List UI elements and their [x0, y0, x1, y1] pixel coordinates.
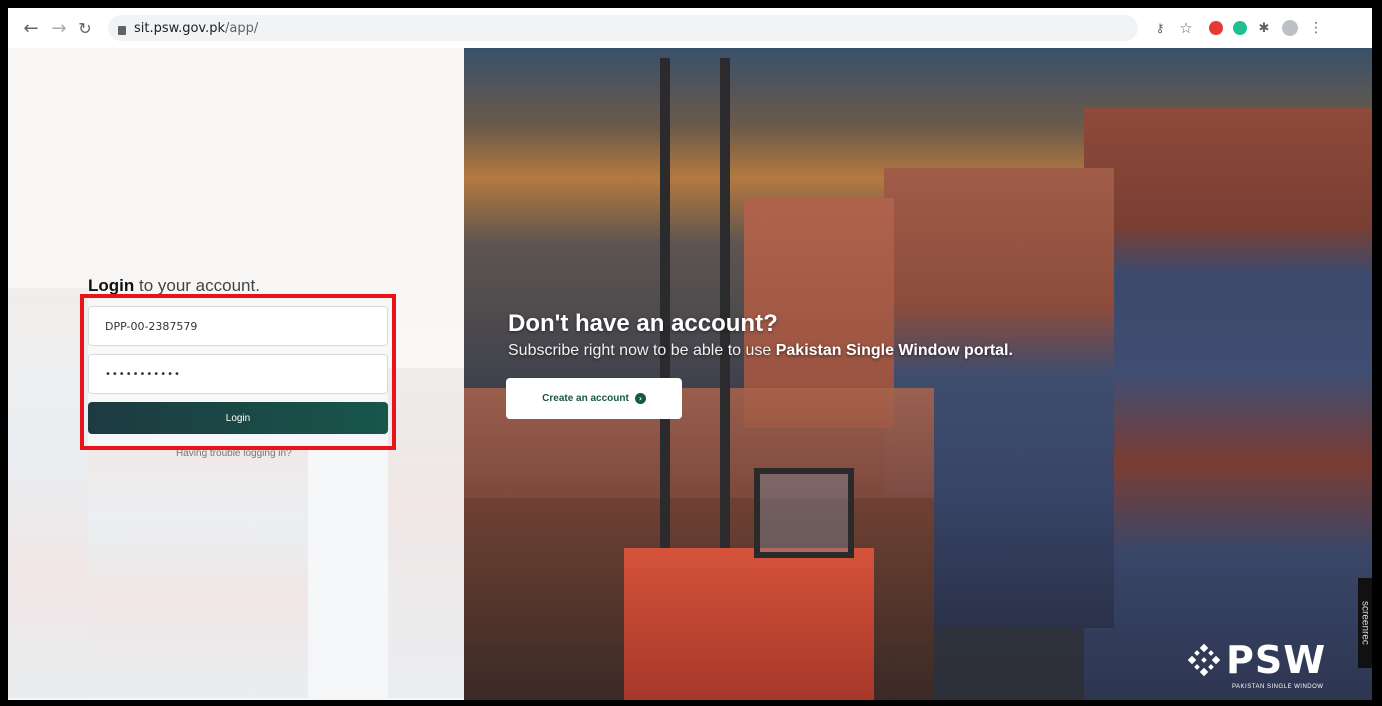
lock-icon[interactable] [118, 25, 126, 35]
arrow-right-icon: › [634, 393, 646, 404]
create-account-button[interactable]: Create an account › [506, 378, 682, 419]
profile-icon[interactable] [1280, 18, 1300, 38]
hero-image [464, 48, 1372, 700]
back-arrow-icon[interactable]: ← [18, 15, 44, 41]
signup-heading: Don't have an account? [508, 310, 778, 337]
url-path: /app/ [225, 20, 259, 36]
url-host: sit.psw.gov.pk [134, 20, 226, 36]
brand-tagline: PAKISTAN SINGLE WINDOW [1232, 684, 1324, 690]
password-field[interactable]: ••••••••••• [88, 354, 388, 394]
extension-red-icon[interactable] [1206, 18, 1226, 38]
brand-name: PSW [1226, 638, 1327, 682]
address-bar[interactable]: sit.psw.gov.pk/app/ [108, 15, 1138, 41]
forward-arrow-icon[interactable]: → [46, 15, 72, 41]
trouble-logging-in-link[interactable]: Having trouble logging in? [176, 448, 292, 459]
login-button[interactable]: Login [88, 402, 388, 434]
page-content: Login to your account. DPP-00-2387579 ••… [8, 48, 1372, 700]
puzzle-icon[interactable]: ✱ [1254, 18, 1274, 38]
psw-logo-mark-icon [1187, 643, 1221, 677]
menu-icon[interactable]: ⋮ [1306, 18, 1326, 38]
screenrec-watermark: screenrec [1358, 578, 1372, 668]
username-field[interactable]: DPP-00-2387579 [88, 306, 388, 346]
forklift-cab [754, 468, 854, 558]
key-icon[interactable]: ⚷ [1150, 18, 1170, 38]
signup-subtitle: Subscribe right now to be able to use Pa… [508, 342, 1013, 359]
browser-window: ← → ↻ sit.psw.gov.pk/app/ ⚷ ☆ ✱ ⋮ Login … [8, 8, 1372, 700]
forklift-body [624, 548, 874, 700]
login-heading: Login to your account. [88, 276, 260, 295]
container-stack-far-right [1084, 108, 1372, 700]
reload-icon[interactable]: ↻ [72, 15, 98, 41]
star-icon[interactable]: ☆ [1176, 18, 1196, 38]
psw-logo: PSW [1184, 638, 1326, 682]
create-account-label: Create an account [542, 393, 629, 404]
extension-green-icon[interactable] [1230, 18, 1250, 38]
browser-toolbar: ← → ↻ sit.psw.gov.pk/app/ ⚷ ☆ ✱ ⋮ [8, 8, 1372, 48]
